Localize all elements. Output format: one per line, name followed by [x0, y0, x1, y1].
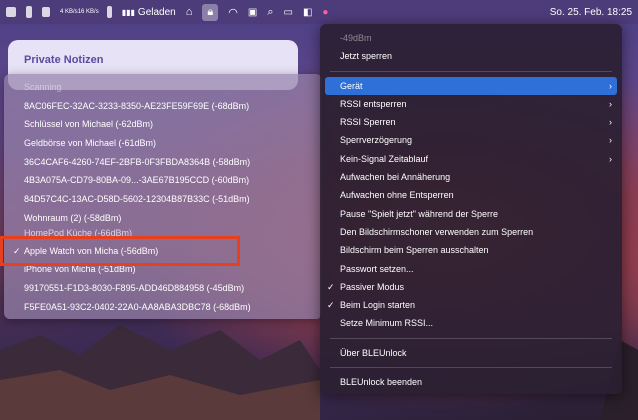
device-item[interactable]: 84D57C4C-13AC-D58D-5602-12304B87B33C (-5… [4, 190, 322, 209]
device-submenu: Scanning 8AC06FEC-32AC-3233-8350-AE23FE5… [4, 74, 322, 319]
notes-title: Private Notizen [24, 54, 104, 66]
menu-item-label: Sperrverzögerung [340, 135, 413, 146]
battery-status[interactable]: ▮▮▮ Geladen [122, 7, 176, 18]
menu-item-set-min-rssi[interactable]: Setze Minimum RSSI... [320, 314, 622, 332]
bleunlock-lock-icon[interactable]: 🔒︎ [202, 3, 219, 21]
menu-item-label: Passiver Modus [340, 281, 405, 292]
apps-icon[interactable] [6, 7, 16, 17]
device-item[interactable]: 99170551-F1D3-8030-F895-ADD46D884958 (-4… [4, 279, 322, 298]
chevron-right-icon: › [609, 80, 612, 91]
device-item[interactable]: 36C4CAF6-4260-74EF-2BFB-0F3FBDA8364B (-5… [4, 153, 322, 172]
scanning-label: Scanning [24, 82, 62, 92]
menu-item-device[interactable]: Gerät › [325, 76, 617, 95]
chevron-right-icon: › [609, 117, 612, 128]
battery-icon: ▮▮▮ [121, 7, 135, 17]
chevron-right-icon: › [609, 98, 612, 109]
device-item[interactable]: 4B3A075A-CD79-80BA-09...-3AE67B195CCD (-… [4, 171, 322, 190]
net-down-text: 16 KB/s [77, 9, 99, 15]
device-item[interactable]: Geldbörse von Michael (-61dBm) [4, 134, 322, 153]
menu-item-about[interactable]: Über BLEUnlock [320, 344, 622, 362]
menu-item-no-signal-timeout[interactable]: Kein-Signal Zeitablauf › [320, 150, 622, 168]
menu-separator [330, 70, 612, 72]
bleunlock-menu: -49dBm Jetzt sperren Gerät › RSSI entspe… [320, 24, 622, 394]
menu-item-wake-without-unlock[interactable]: Aufwachen ohne Entsperren [320, 186, 622, 204]
mouse-icon[interactable]: ⌂ [186, 6, 193, 18]
rssi-readout: -49dBm [340, 33, 372, 43]
chevron-right-icon: › [609, 153, 612, 164]
menu-item-wake-on-proximity[interactable]: Aufwachen bei Annäherung [320, 168, 622, 186]
menu-item-rssi-lock[interactable]: RSSI Sperren › [320, 113, 622, 131]
clock[interactable]: So. 25. Feb. 18:25 [550, 7, 632, 18]
menu-item-label: RSSI Sperren [340, 117, 396, 128]
checkmark-icon: ✓ [327, 281, 335, 292]
menu-item-set-password[interactable]: Passwort setzen... [320, 260, 622, 278]
menu-separator [330, 367, 612, 369]
menu-item-label: RSSI entsperren [340, 98, 407, 109]
device-item[interactable]: 8AC06FEC-32AC-3233-8350-AE23FE59F69E (-6… [4, 97, 322, 116]
net-up-text: 4 KB/s [60, 9, 78, 15]
device-item[interactable]: Wohnraum (2) (-58dBm) [4, 209, 322, 228]
sensor-icon[interactable] [106, 6, 112, 18]
device-item[interactable]: Schlüssel von Michael (-62dBm) [4, 115, 322, 134]
menu-bar: 4 KB/s 16 KB/s ▮▮▮ Geladen ⌂ 🔒︎ ◠ ▣ ⌕ ▭ … [0, 0, 638, 24]
chevron-right-icon: › [609, 135, 612, 146]
menu-separator [330, 337, 612, 339]
search-icon[interactable]: ⌕ [267, 6, 273, 19]
menu-item-lock-delay[interactable]: Sperrverzögerung › [320, 131, 622, 149]
memory-icon[interactable] [42, 7, 50, 17]
menu-item-launch-at-login[interactable]: ✓ Beim Login starten [320, 296, 622, 314]
menu-item-rssi-unlock[interactable]: RSSI entsperren › [320, 95, 622, 113]
checkmark-icon: ✓ [327, 300, 335, 311]
menu-item-turn-off-screen[interactable]: Bildschirm beim Sperren ausschalten [320, 241, 622, 259]
siri-icon[interactable]: ● [322, 7, 328, 18]
wifi-icon[interactable]: ◠ [228, 6, 238, 19]
control-center-icon[interactable]: ◧ [303, 7, 312, 18]
display-icon[interactable]: ▣ [248, 7, 257, 18]
cpu-icon[interactable] [26, 6, 32, 18]
menu-item-label: Gerät [340, 80, 363, 91]
menu-item-use-screensaver[interactable]: Den Bildschirmschoner verwenden zum Sper… [320, 223, 622, 241]
lock-now-item[interactable]: Jetzt sperren [320, 47, 622, 65]
keyboard-icon[interactable]: ▭ [283, 7, 292, 18]
menu-item-pause-now-playing[interactable]: Pause "Spielt jetzt" während der Sperre [320, 205, 622, 223]
annotation-highlight-box [0, 236, 240, 266]
menu-item-label: Beim Login starten [340, 300, 416, 311]
network-speed[interactable]: 4 KB/s 16 KB/s [60, 9, 99, 15]
device-item[interactable]: F5FE0A51-93C2-0402-22A0-AA8ABA3DBC78 (-6… [4, 298, 322, 317]
menu-item-passive-mode[interactable]: ✓ Passiver Modus [320, 278, 622, 296]
menu-item-quit[interactable]: BLEUnlock beenden [320, 373, 622, 391]
battery-label: Geladen [137, 6, 176, 18]
menu-item-label: Kein-Signal Zeitablauf [340, 153, 429, 164]
